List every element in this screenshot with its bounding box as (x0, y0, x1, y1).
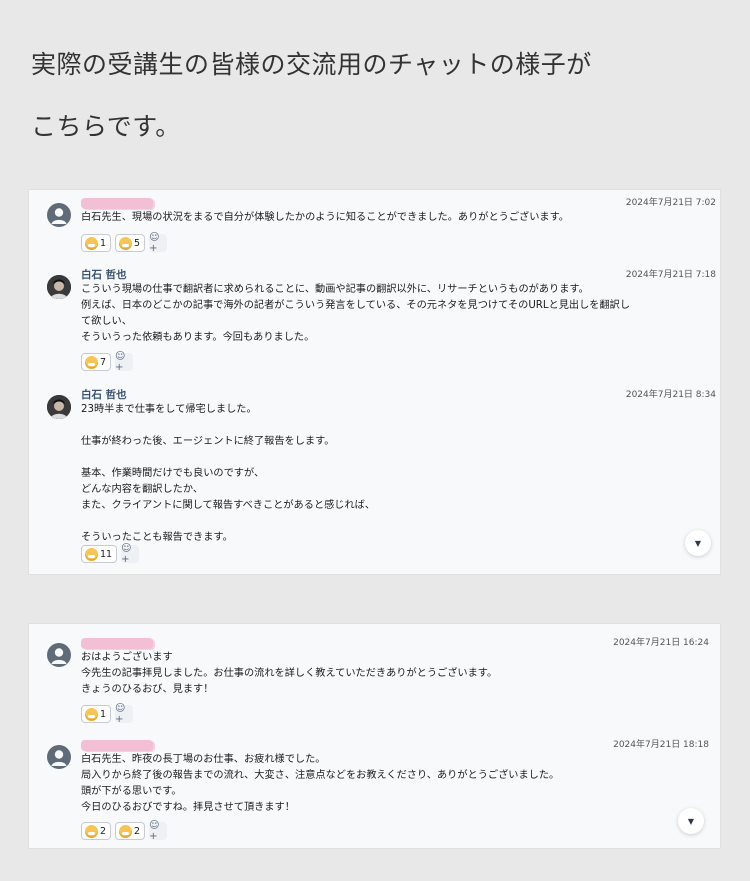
add-reaction-icon[interactable]: ☺+ (149, 232, 168, 254)
add-reaction-icon[interactable]: ☺+ (115, 351, 134, 373)
chat-message: 白石 哲也 2024年7月21日 8:34 23時半まで仕事をして帰宅しました。… (29, 388, 720, 574)
message-body: 白石先生、昨夜の長丁場のお仕事、お疲れ様でした。 局入りから終了後の報告までの流… (81, 752, 681, 816)
add-reaction-icon[interactable]: ☺+ (115, 703, 134, 725)
page-heading: 実際の受講生の皆様の交流用のチャットの様子が こちらです。 (31, 34, 731, 158)
message-line (81, 418, 681, 434)
message-timestamp[interactable]: 2024年7月21日 18:18 (613, 738, 709, 752)
redacted-user-name[interactable] (81, 638, 153, 649)
reaction-count: 1 (100, 237, 107, 249)
heading-line-2: こちらです。 (31, 112, 181, 141)
message-line: どんな内容を翻訳したか、 (81, 484, 204, 495)
reaction-count: 2 (134, 825, 141, 837)
reaction-count: 2 (100, 825, 107, 837)
user-photo-avatar[interactable] (47, 395, 71, 419)
reaction-count: 7 (100, 356, 107, 368)
message-timestamp[interactable]: 2024年7月21日 16:24 (613, 636, 709, 650)
reaction-bar: 1 5 ☺+ (81, 232, 168, 254)
message-line: そういったことも報告できます。 (81, 532, 233, 543)
reaction-count: 1 (100, 708, 107, 720)
message-line: おはようございます (81, 652, 173, 663)
reaction-button[interactable]: 2 (81, 822, 112, 840)
grin-face-emoji-icon (119, 236, 133, 250)
chat-message: 2024年7月21日 18:18 白石先生、昨夜の長丁場のお仕事、お疲れ様でした… (29, 738, 720, 848)
heading-line-1: 実際の受講生の皆様の交流用のチャットの様子が (31, 50, 592, 79)
message-line: 白石先生、昨夜の長丁場のお仕事、お疲れ様でした。 (81, 754, 326, 765)
message-line: そういうった依頼もあります。今回もありました。 (81, 332, 315, 343)
reaction-button[interactable]: 2 (115, 822, 146, 840)
reaction-bar: 11 ☺+ (81, 543, 140, 565)
chat-panel-2[interactable]: 2024年7月21日 16:24 おはようございます 今先生の記事拝見しました。… (29, 624, 720, 848)
message-line: 仕事が終わった後、エージェントに終了報告をします。 (81, 436, 335, 447)
default-user-avatar-icon[interactable] (47, 643, 71, 667)
message-line: 23時半まで仕事をして帰宅しました。 (81, 404, 257, 415)
user-name[interactable]: 白石 哲也 (81, 268, 127, 282)
message-body: 白石先生、現場の状況をまるで自分が体験したかのように知ることができました。ありが… (81, 210, 681, 226)
reaction-button[interactable]: 1 (81, 234, 112, 252)
chat-message: 白石 哲也 2024年7月21日 7:18 こういう現場の仕事で翻訳者に求められ… (29, 268, 720, 378)
message-line: 今先生の記事拝見しました。お仕事の流れを詳しく教えていただきありがとうございます… (81, 668, 498, 679)
reaction-bar: 1 ☺+ (81, 703, 134, 725)
reaction-button[interactable]: 11 (81, 545, 118, 563)
grin-face-emoji-icon (85, 547, 98, 561)
add-reaction-icon[interactable]: ☺+ (121, 543, 140, 565)
message-line: また、クライアントに関して報告すべきことがあると感じれば、 (81, 500, 376, 511)
grin-face-emoji-icon (85, 824, 98, 838)
chat-panel-1[interactable]: 2024年7月21日 7:02 白石先生、現場の状況をまるで自分が体験したかのよ… (29, 190, 720, 574)
chevron-down-icon[interactable]: ▼ (678, 808, 704, 834)
reaction-button[interactable]: 1 (81, 705, 112, 723)
redacted-user-name[interactable] (81, 198, 153, 209)
message-body: 23時半まで仕事をして帰宅しました。 仕事が終わった後、エージェントに終了報告を… (81, 402, 681, 546)
message-line: きょうのひるおび、見ます！ (81, 684, 214, 695)
chat-message: 2024年7月21日 7:02 白石先生、現場の状況をまるで自分が体験したかのよ… (29, 196, 720, 266)
message-line: 局入りから終了後の報告までの流れ、大変さ、注意点などをお教えくださり、ありがとう… (81, 770, 560, 781)
grin-face-emoji-icon (85, 707, 98, 721)
message-timestamp[interactable]: 2024年7月21日 7:02 (626, 196, 716, 210)
add-reaction-icon[interactable]: ☺+ (149, 820, 168, 842)
grin-face-emoji-icon (85, 236, 98, 250)
redacted-user-name[interactable] (81, 740, 153, 751)
message-line: 今日のひるおびですね。拝見させて頂きます！ (81, 802, 295, 813)
message-line: て欲しい、 (81, 316, 132, 327)
grin-face-emoji-icon (119, 824, 133, 838)
default-user-avatar-icon[interactable] (47, 745, 71, 769)
reaction-button[interactable]: 5 (115, 234, 146, 252)
message-body: こういう現場の仕事で翻訳者に求められることに、動画や記事の翻訳以外に、リサーチと… (81, 282, 681, 346)
message-line: 白石先生、現場の状況をまるで自分が体験したかのように知ることができました。ありが… (81, 212, 569, 223)
message-line: こういう現場の仕事で翻訳者に求められることに、動画や記事の翻訳以外に、リサーチと… (81, 284, 589, 295)
default-user-avatar-icon[interactable] (47, 203, 71, 227)
reaction-bar: 7 ☺+ (81, 351, 134, 373)
reaction-count: 11 (100, 548, 113, 560)
chevron-down-icon[interactable]: ▼ (685, 530, 711, 556)
message-line: 基本、作業時間だけでも良いのですが、 (81, 468, 265, 479)
message-line: 頭が下がる思いです。 (81, 786, 182, 797)
user-photo-avatar[interactable] (47, 275, 71, 299)
reaction-bar: 2 2 ☺+ (81, 820, 168, 842)
user-name[interactable]: 白石 哲也 (81, 388, 127, 402)
message-line (81, 450, 681, 466)
message-timestamp[interactable]: 2024年7月21日 8:34 (626, 388, 716, 402)
message-body: おはようございます 今先生の記事拝見しました。お仕事の流れを詳しく教えていただき… (81, 650, 681, 698)
message-line (81, 514, 681, 530)
reaction-button[interactable]: 7 (81, 353, 112, 371)
reaction-count: 5 (134, 237, 141, 249)
message-line: 例えば、日本のどこかの記事で海外の記者がこういう発言をしている、その元ネタを見つ… (81, 300, 631, 311)
chat-message: 2024年7月21日 16:24 おはようございます 今先生の記事拝見しました。… (29, 636, 720, 726)
message-timestamp[interactable]: 2024年7月21日 7:18 (626, 268, 716, 282)
grin-face-emoji-icon (85, 355, 98, 369)
